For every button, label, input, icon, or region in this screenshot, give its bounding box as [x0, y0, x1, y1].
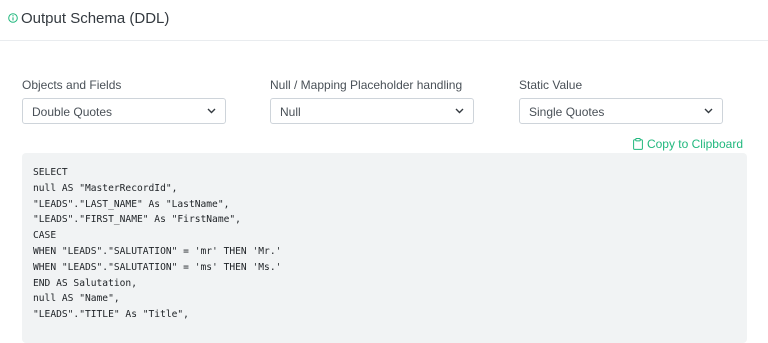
code-line: END AS Salutation,: [33, 277, 137, 289]
sql-code-block: SELECT null AS "MasterRecordId", "LEADS"…: [22, 153, 747, 343]
chevron-down-icon: [455, 108, 464, 114]
panel-header: Output Schema (DDL): [0, 0, 768, 41]
chevron-down-icon: [704, 108, 713, 114]
copy-to-clipboard-button[interactable]: Copy to Clipboard: [633, 137, 743, 151]
clipboard-icon: [633, 138, 643, 150]
code-line: CASE: [33, 230, 57, 242]
objects-fields-label: Objects and Fields: [22, 78, 122, 92]
code-line: SELECT: [33, 167, 68, 178]
static-value-select[interactable]: Single Quotes: [519, 98, 723, 124]
code-line: null AS "MasterRecordId",: [33, 182, 178, 194]
code-line: null AS "Name",: [33, 293, 120, 305]
select-value: Double Quotes: [32, 105, 113, 119]
code-line: "LEADS"."TITLE" As "Title",: [33, 309, 189, 321]
objects-fields-select[interactable]: Double Quotes: [22, 98, 226, 124]
select-value: Single Quotes: [529, 105, 605, 119]
chevron-down-icon: [207, 108, 216, 114]
select-value: Null: [280, 105, 301, 119]
null-handling-label: Null / Mapping Placeholder handling: [270, 78, 463, 92]
static-value-label: Static Value: [519, 78, 583, 92]
info-circle-icon: [8, 13, 18, 23]
code-line: "LEADS"."FIRST_NAME" As "FirstName",: [33, 214, 241, 226]
page-title: Output Schema (DDL): [21, 10, 170, 27]
null-handling-select[interactable]: Null: [270, 98, 474, 124]
code-line: "LEADS"."LAST_NAME" As "LastName",: [33, 198, 230, 210]
code-line: WHEN "LEADS"."SALUTATION" = 'ms' THEN 'M…: [33, 261, 282, 273]
code-line: WHEN "LEADS"."SALUTATION" = 'mr' THEN 'M…: [33, 245, 282, 257]
copy-label: Copy to Clipboard: [646, 137, 743, 151]
